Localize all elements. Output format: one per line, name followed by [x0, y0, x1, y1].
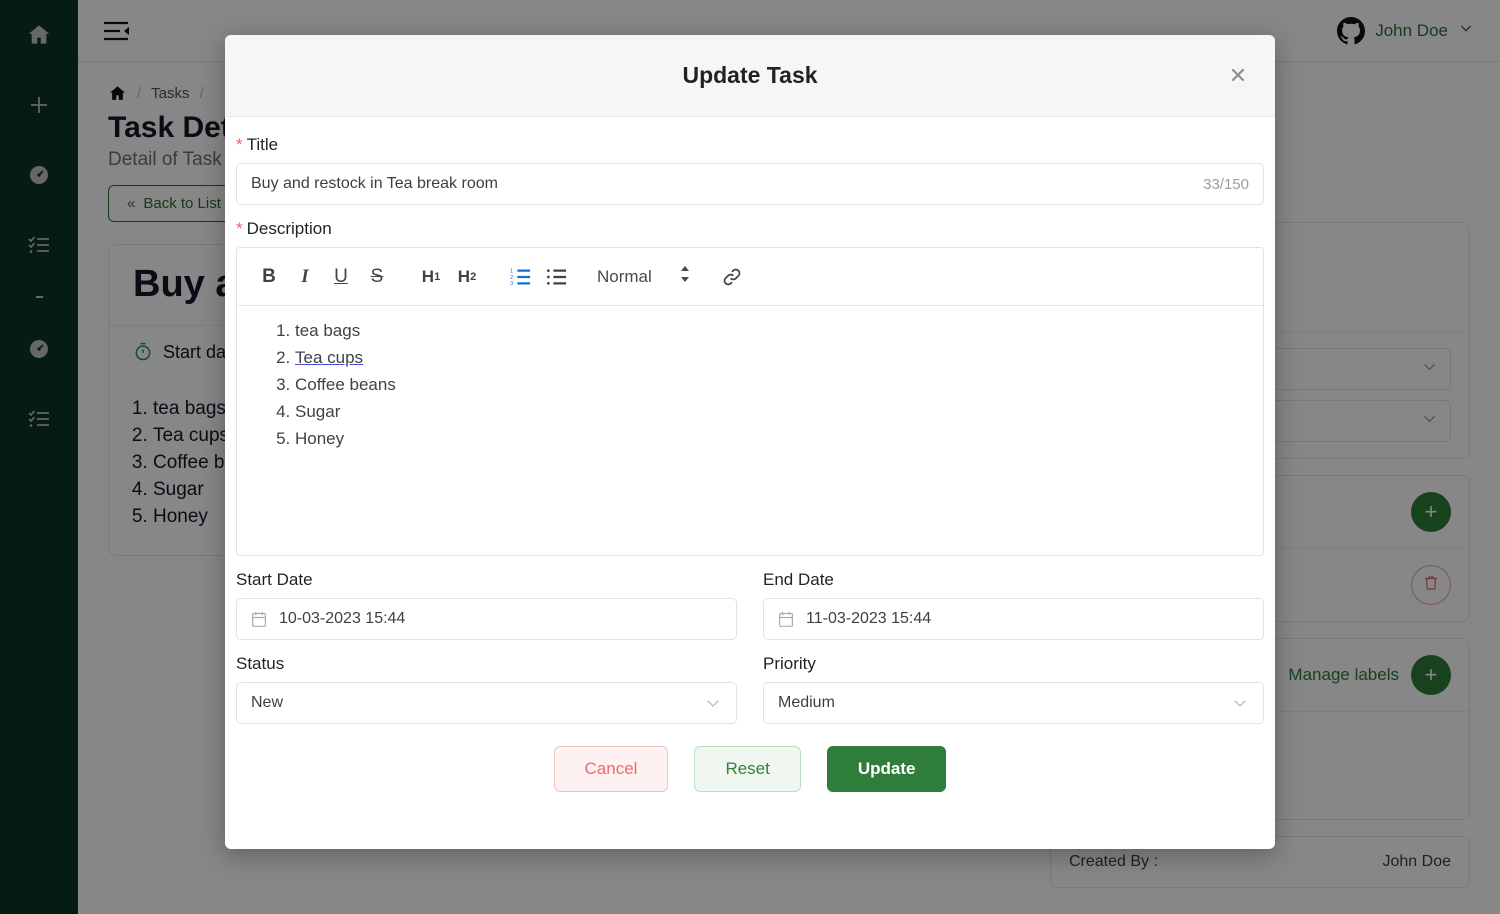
- priority-label: Priority: [763, 654, 816, 673]
- heading-2-icon[interactable]: H2: [449, 259, 485, 295]
- underline-icon[interactable]: U: [323, 259, 359, 295]
- list-item: Honey: [295, 428, 1263, 451]
- modal-body: * Title Buy and restock in Tea break room…: [225, 117, 1275, 849]
- title-char-counter: 33/150: [1203, 175, 1249, 193]
- title-field-label: * Title: [236, 135, 1264, 155]
- end-date-value: 11-03-2023 15:44: [806, 610, 932, 627]
- update-task-modal: Update Task ✕ * Title Buy and restock in …: [225, 35, 1275, 849]
- link-icon[interactable]: [714, 259, 750, 295]
- update-button[interactable]: Update: [826, 746, 947, 792]
- modal-footer: Cancel Reset Update: [236, 724, 1264, 820]
- priority-select[interactable]: Medium: [763, 682, 1264, 724]
- svg-text:1: 1: [510, 268, 513, 274]
- status-value: New: [251, 694, 284, 711]
- end-date-group: End Date 11-03-2023 15:44: [763, 570, 1264, 640]
- modal-header: Update Task ✕: [225, 35, 1275, 117]
- start-date-label: Start Date: [236, 570, 313, 589]
- required-asterisk: *: [236, 219, 243, 238]
- end-date-input[interactable]: 11-03-2023 15:44: [763, 598, 1264, 640]
- description-field-label: * Description: [236, 219, 1264, 239]
- priority-value: Medium: [778, 694, 835, 711]
- italic-icon[interactable]: I: [287, 259, 323, 295]
- close-icon[interactable]: ✕: [1223, 61, 1253, 91]
- status-label: Status: [236, 654, 285, 673]
- bullet-list-icon[interactable]: [539, 259, 575, 295]
- start-date-input[interactable]: 10-03-2023 15:44: [236, 598, 737, 640]
- up-down-arrow-icon: [678, 264, 692, 289]
- dates-row: Start Date 10-03-2023 15:44 End Date 11-…: [236, 570, 1264, 640]
- svg-text:2: 2: [510, 274, 513, 280]
- list-item: Coffee beans: [295, 374, 1263, 397]
- editor-content[interactable]: tea bags Tea cups Coffee beans Sugar Hon…: [237, 306, 1263, 555]
- title-input-value: Buy and restock in Tea break room: [251, 175, 498, 192]
- start-date-value: 10-03-2023 15:44: [279, 610, 406, 627]
- svg-text:3: 3: [510, 281, 513, 287]
- chevron-down-icon: [1231, 694, 1249, 712]
- editor-toolbar: B I U S H1 H2 1 2 3 Normal: [237, 248, 1263, 306]
- priority-group: Priority Medium: [763, 654, 1264, 724]
- overlay-dim-rail: [0, 0, 78, 914]
- ordered-list-icon[interactable]: 1 2 3: [503, 259, 539, 295]
- status-group: Status New: [236, 654, 737, 724]
- status-priority-row: Status New Priority Medium: [236, 654, 1264, 724]
- calendar-icon: [251, 611, 267, 628]
- format-select-value: Normal: [597, 266, 652, 286]
- calendar-icon: [778, 611, 794, 628]
- title-input[interactable]: Buy and restock in Tea break room 33/150: [236, 163, 1264, 205]
- heading-1-icon[interactable]: H1: [413, 259, 449, 295]
- status-select[interactable]: New: [236, 682, 737, 724]
- description-field-group: * Description B I U S H1 H2 1 2 3 Normal…: [236, 219, 1264, 556]
- rich-text-editor: B I U S H1 H2 1 2 3 Normal 1. tea bags 2…: [236, 247, 1264, 556]
- strikethrough-icon[interactable]: S: [359, 259, 395, 295]
- title-label-text: Title: [246, 135, 279, 154]
- title-field-group: * Title Buy and restock in Tea break room…: [236, 135, 1264, 205]
- reset-button[interactable]: Reset: [694, 746, 801, 792]
- list-item: tea bags: [295, 320, 1263, 343]
- modal-title: Update Task: [682, 62, 818, 88]
- cancel-button[interactable]: Cancel: [553, 746, 669, 792]
- list-item: Sugar: [295, 401, 1263, 424]
- bold-icon[interactable]: B: [251, 259, 287, 295]
- start-date-group: Start Date 10-03-2023 15:44: [236, 570, 737, 640]
- end-date-label: End Date: [763, 570, 834, 589]
- list-item: Tea cups: [295, 347, 1263, 370]
- description-label-text: Description: [246, 219, 332, 238]
- required-asterisk: *: [236, 135, 243, 154]
- editor-ordered-list: tea bags Tea cups Coffee beans Sugar Hon…: [237, 320, 1263, 451]
- format-select[interactable]: Normal: [597, 264, 692, 289]
- chevron-down-icon: [704, 694, 722, 712]
